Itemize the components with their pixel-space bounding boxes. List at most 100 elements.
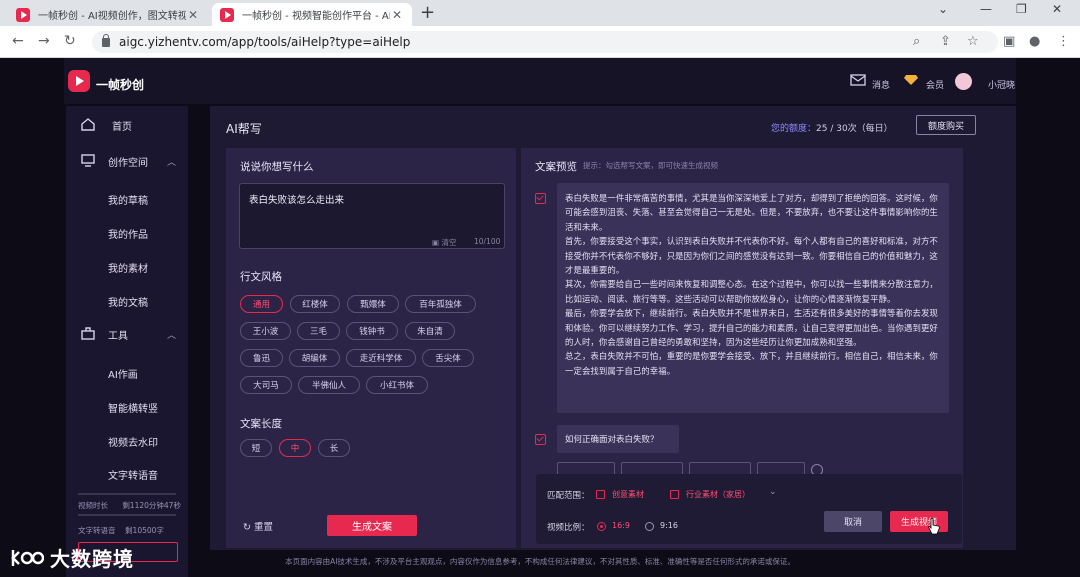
stat-label: 文字转语音 <box>78 526 116 535</box>
menu-icon[interactable]: ⋮ <box>1057 34 1070 49</box>
address-bar: ← → ↻ aigc.yizhentv.com/app/tools/aiHelp… <box>0 26 1080 58</box>
style-chip[interactable]: 舌尖体 <box>422 349 474 367</box>
style-chip[interactable]: 通用 <box>240 295 283 313</box>
generate-copy-button[interactable]: 生成文案 <box>327 515 417 536</box>
style-chip[interactable]: 钱钟书 <box>346 322 398 340</box>
quota-label: 您的额度： <box>771 124 817 134</box>
new-tab-icon[interactable]: + <box>420 2 435 23</box>
close-tab-icon[interactable]: ✕ <box>390 8 404 22</box>
maximize-icon[interactable]: ❐ <box>1016 2 1027 16</box>
match-checkbox[interactable] <box>670 490 679 499</box>
reload-icon[interactable]: ↻ <box>64 33 76 49</box>
sidebar-item-creation-space[interactable]: 创作空间 ︿ <box>66 151 188 171</box>
sidebar-item-assets[interactable]: 我的素材 <box>66 257 188 277</box>
cancel-button[interactable]: 取消 <box>824 511 882 532</box>
prompt-textarea[interactable]: 表白失败该怎么走出来 <box>239 183 505 249</box>
browser-tab-bar: 一帧秒创 - AI视频创作，图文转视频 ✕ 一帧秒创 - 视频智能创作平台 - … <box>0 0 1080 26</box>
ratio-option[interactable]: 16:9 <box>612 521 630 530</box>
question-copy: 如何正确面对表白失败？ <box>557 425 679 453</box>
minimize-icon[interactable]: — <box>980 2 992 16</box>
monitor-icon <box>81 154 95 167</box>
style-chip[interactable]: 红楼体 <box>290 295 340 313</box>
sidebar-item-label: 智能横转竖 <box>108 403 158 415</box>
style-chip[interactable]: 鲁迅 <box>240 349 283 367</box>
sidebar-item-label: 创作空间 <box>108 157 148 169</box>
sidebar-item-drafts[interactable]: 我的草稿 <box>66 189 188 209</box>
sidebar-item-smart-rotate[interactable]: 智能横转竖 <box>66 397 188 417</box>
sidebar-item-tools[interactable]: 工具 ︿ <box>66 324 188 344</box>
match-checkbox[interactable] <box>596 490 605 499</box>
reset-button[interactable]: ↻ 重置 <box>243 519 273 533</box>
brand-name[interactable]: 一帧秒创 <box>96 76 144 93</box>
site-favicon-icon <box>220 7 234 22</box>
tab-search-icon[interactable]: ⌄ <box>938 2 948 16</box>
messages-link[interactable]: 消息 <box>872 78 890 91</box>
sidebar-usage: 视频时长 剩1120分钟47秒 文字转语音 剩10500字 <box>66 484 188 544</box>
sidebar-item-label: 文字转语音 <box>108 470 158 482</box>
side-panel-icon[interactable]: ▣ <box>1003 34 1015 49</box>
generated-copy: 表白失败是一件非常痛苦的事情，尤其是当你深深地爱上了对方，却得到了拒绝的回答。这… <box>557 183 949 413</box>
close-window-icon[interactable]: ✕ <box>1052 2 1062 16</box>
reset-label: 重置 <box>253 522 273 533</box>
zoom-icon[interactable]: ⌕ <box>913 34 920 49</box>
sidebar-item-works[interactable]: 我的作品 <box>66 223 188 243</box>
sidebar-item-text-to-speech[interactable]: 文字转语音 <box>66 464 188 484</box>
match-option[interactable]: 行业素材（家居） <box>686 489 750 500</box>
browser-tab-active[interactable]: 一帧秒创 - 视频智能创作平台 - AI ✕ <box>212 3 412 26</box>
avatar[interactable] <box>955 73 972 90</box>
sidebar-item-label: 我的素材 <box>108 263 148 275</box>
style-chip[interactable]: 王小波 <box>240 322 291 340</box>
usage-bar <box>78 493 176 495</box>
brand-logo-icon[interactable] <box>68 70 90 92</box>
ratio-option[interactable]: 9:16 <box>660 521 678 530</box>
member-link[interactable]: 会员 <box>926 78 944 91</box>
style-chip[interactable]: 朱自清 <box>405 322 455 340</box>
style-chip[interactable]: 大司马 <box>240 376 292 394</box>
chevron-down-icon[interactable]: ⌄ <box>769 487 777 497</box>
sidebar-item-ai-painting[interactable]: AI作画 <box>66 363 188 383</box>
preview-title: 文案预览 <box>535 161 577 173</box>
username[interactable]: 小冠晓 <box>988 78 1015 91</box>
match-option[interactable]: 创意素材 <box>612 489 644 500</box>
close-tab-icon[interactable]: ✕ <box>186 8 200 22</box>
sidebar-item-remove-watermark[interactable]: 视频去水印 <box>66 431 188 451</box>
ratio-radio[interactable] <box>645 522 654 531</box>
back-icon[interactable]: ← <box>12 33 24 49</box>
length-chip[interactable]: 短 <box>240 439 272 457</box>
sidebar-item-label: AI作画 <box>108 369 138 381</box>
copy-checkbox[interactable] <box>535 193 546 204</box>
sidebar-item-documents[interactable]: 我的文稿 <box>66 291 188 311</box>
style-chip[interactable]: 百年孤独体 <box>405 295 476 313</box>
diamond-icon[interactable] <box>904 74 918 86</box>
style-chip[interactable]: 胡编体 <box>289 349 340 367</box>
sidebar-item-label: 首页 <box>112 121 132 133</box>
profile-icon[interactable]: ● <box>1029 34 1040 49</box>
ratio-radio[interactable] <box>597 522 606 531</box>
message-icon[interactable] <box>850 74 866 86</box>
question-checkbox[interactable] <box>535 434 546 445</box>
prompt-title: 说说你想写什么 <box>240 161 314 173</box>
clear-button[interactable]: ▣ 清空 <box>432 237 456 248</box>
sidebar-item-home[interactable]: 首页 <box>66 115 188 135</box>
style-chip[interactable]: 甄嬛体 <box>347 295 399 313</box>
copy-paragraph: 最后，你要学会放下，继续前行。表白失败并不是世界末日，生活还有很多美好的事情等着… <box>565 308 938 348</box>
quota-info: 您的额度：25 / 30次（每日） <box>771 121 893 134</box>
url-field[interactable]: aigc.yizhentv.com/app/tools/aiHelp?type=… <box>92 31 998 53</box>
chevron-up-icon: ︿ <box>167 157 177 168</box>
style-chip[interactable]: 三毛 <box>297 322 340 340</box>
copy-paragraph: 表白失败是一件非常痛苦的事情，尤其是当你深深地爱上了对方，却得到了拒绝的回答。这… <box>565 193 938 232</box>
share-icon[interactable]: ⇪ <box>940 34 951 49</box>
clear-label: 清空 <box>441 238 457 247</box>
buy-quota-button[interactable]: 额度购买 <box>916 115 976 135</box>
length-chip[interactable]: 中 <box>279 439 311 457</box>
watermark-logo-icon <box>11 549 44 566</box>
sidebar-item-label: 我的草稿 <box>108 195 148 207</box>
forward-icon[interactable]: → <box>38 33 50 49</box>
browser-tab[interactable]: 一帧秒创 - AI视频创作，图文转视频 ✕ <box>8 3 208 26</box>
bookmark-star-icon[interactable]: ☆ <box>967 34 979 49</box>
style-chip[interactable]: 走近科学体 <box>346 349 416 367</box>
style-chip[interactable]: 半佛仙人 <box>298 376 360 394</box>
style-chip[interactable]: 小红书体 <box>366 376 428 394</box>
copy-paragraph: 其次，你需要给自己一些时间来恢复和调整心态。在这个过程中，你可以找一些事情来分散… <box>565 279 938 304</box>
length-chip[interactable]: 长 <box>318 439 350 457</box>
